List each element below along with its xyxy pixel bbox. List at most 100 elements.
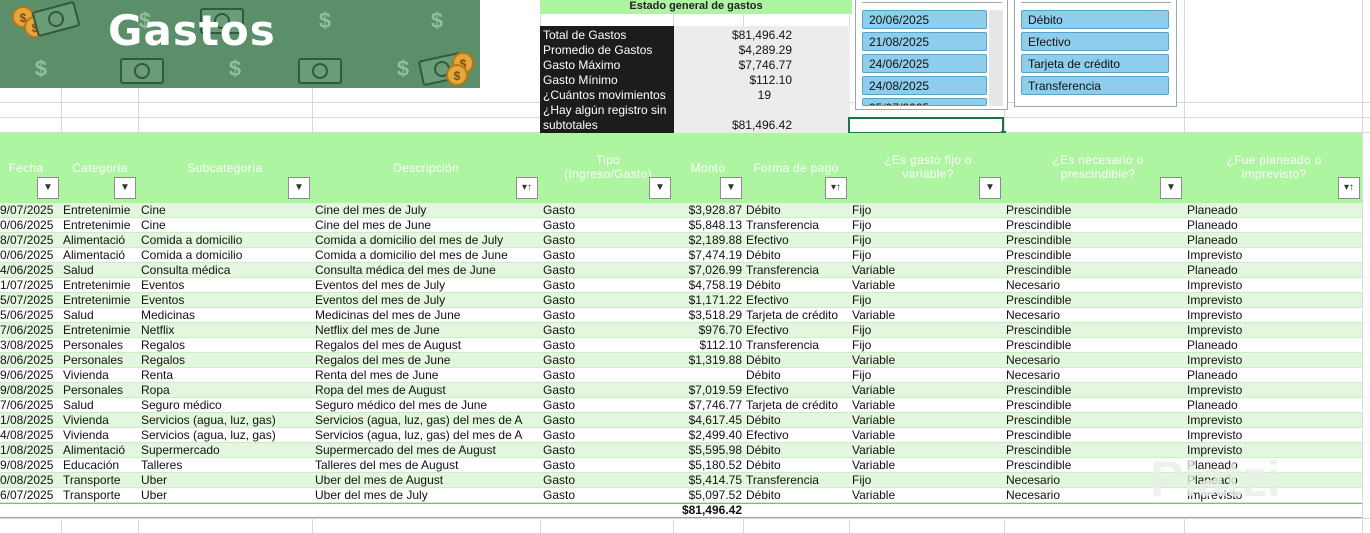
cell-forma-pago[interactable]: Transferencia xyxy=(746,218,849,232)
cell-forma-pago[interactable]: Efectivo xyxy=(746,428,849,442)
cell-fijo-variable[interactable]: Fijo xyxy=(852,233,1004,247)
cell-categoria[interactable]: Personales xyxy=(63,383,138,397)
cell-categoria[interactable]: Alimentació xyxy=(63,233,138,247)
table-row[interactable]: 5/07/2025 Entretenimie Eventos Eventos del … xyxy=(0,293,1362,308)
cell-planeado[interactable]: Imprevisto xyxy=(1187,383,1362,397)
cell-descripcion[interactable]: Regalos del mes de June xyxy=(315,353,540,367)
cell-descripcion[interactable]: Servicios (agua, luz, gas) del mes de A xyxy=(315,413,540,427)
cell-necesario[interactable]: Necesario xyxy=(1006,368,1184,382)
cell-necesario[interactable]: Necesario xyxy=(1006,353,1184,367)
cell-fecha[interactable]: 7/06/2025 xyxy=(0,323,61,337)
cell-forma-pago[interactable]: Débito xyxy=(746,443,849,457)
cell-necesario[interactable]: Necesario xyxy=(1006,308,1184,322)
table-row[interactable]: 0/06/2025 Alimentació Comida a domicilio Co… xyxy=(0,248,1362,263)
cell-fijo-variable[interactable]: Variable xyxy=(852,353,1004,367)
table-row[interactable]: 7/06/2025 Salud Seguro médico Seguro médico… xyxy=(0,398,1362,413)
table-row[interactable]: 9/06/2025 Vivienda Renta Renta del mes de J… xyxy=(0,368,1362,383)
cell-planeado[interactable]: Imprevisto xyxy=(1187,308,1362,322)
cell-necesario[interactable]: Prescindible xyxy=(1006,203,1184,217)
cell-fecha[interactable]: 9/07/2025 xyxy=(0,203,61,217)
filter-dropdown-icon[interactable]: ▼ xyxy=(649,177,671,199)
filter-dropdown-icon[interactable]: ▼ xyxy=(979,177,1001,199)
cell-fijo-variable[interactable]: Fijo xyxy=(852,473,1004,487)
cell-necesario[interactable]: Prescindible xyxy=(1006,263,1184,277)
cell-planeado[interactable]: Planeado xyxy=(1187,218,1362,232)
filter-dropdown-icon[interactable]: ▼ xyxy=(37,177,59,199)
cell-monto[interactable]: $7,019.59 xyxy=(673,383,742,397)
cell-fijo-variable[interactable]: Fijo xyxy=(852,323,1004,337)
cell-planeado[interactable]: Planeado xyxy=(1187,368,1362,382)
cell-tipo[interactable]: Gasto xyxy=(543,488,673,502)
cell-fijo-variable[interactable]: Fijo xyxy=(852,203,1004,217)
cell-subcategoria[interactable]: Uber xyxy=(141,488,312,502)
date-slicer-item[interactable]: 24/06/2025 xyxy=(862,54,987,73)
sort-filter-icon[interactable]: ▾↑ xyxy=(516,177,538,199)
cell-monto[interactable]: $5,097.52 xyxy=(673,488,742,502)
cell-categoria[interactable]: Vivienda xyxy=(63,368,138,382)
cell-forma-pago[interactable]: Transferencia xyxy=(746,263,849,277)
cell-forma-pago[interactable]: Efectivo xyxy=(746,383,849,397)
filter-dropdown-icon[interactable]: ▼ xyxy=(114,177,136,199)
cell-categoria[interactable]: Alimentació xyxy=(63,248,138,262)
summary-value[interactable]: $112.10 xyxy=(674,73,793,88)
cell-fijo-variable[interactable]: Variable xyxy=(852,263,1004,277)
cell-subcategoria[interactable]: Cine xyxy=(141,218,312,232)
cell-monto[interactable]: $3,928.87 xyxy=(673,203,742,217)
cell-descripcion[interactable]: Netflix del mes de June xyxy=(315,323,540,337)
cell-descripcion[interactable]: Uber del mes de July xyxy=(315,488,540,502)
cell-planeado[interactable]: Imprevisto xyxy=(1187,323,1362,337)
date-slicer[interactable]: 20/06/2025 21/08/2025 24/06/2025 24/08/2… xyxy=(855,0,1008,110)
cell-forma-pago[interactable]: Débito xyxy=(746,488,849,502)
table-row[interactable]: 4/08/2025 Vivienda Servicios (agua, luz, g… xyxy=(0,428,1362,443)
date-slicer-item[interactable]: 20/06/2025 xyxy=(862,10,987,29)
cell-categoria[interactable]: Transporte xyxy=(63,473,138,487)
cell-monto[interactable]: $2,499.40 xyxy=(673,428,742,442)
cell-monto[interactable]: $5,848.13 xyxy=(673,218,742,232)
cell-fijo-variable[interactable]: Variable xyxy=(852,443,1004,457)
cell-subcategoria[interactable]: Regalos xyxy=(141,353,312,367)
cell-monto[interactable]: $5,595.98 xyxy=(673,443,742,457)
table-row[interactable]: 8/07/2025 Alimentació Comida a domicilio Co… xyxy=(0,233,1362,248)
cell-fecha[interactable]: 5/06/2025 xyxy=(0,308,61,322)
cell-descripcion[interactable]: Seguro médico del mes de June xyxy=(315,398,540,412)
payment-slicer[interactable]: Débito Efectivo Tarjeta de crédito Trans… xyxy=(1014,0,1177,107)
cell-subcategoria[interactable]: Supermercado xyxy=(141,443,312,457)
cell-tipo[interactable]: Gasto xyxy=(543,278,673,292)
cell-monto[interactable]: $1,319.88 xyxy=(673,353,742,367)
cell-categoria[interactable]: Salud xyxy=(63,308,138,322)
payment-slicer-item[interactable]: Débito xyxy=(1021,10,1169,29)
cell-fijo-variable[interactable]: Variable xyxy=(852,458,1004,472)
cell-monto[interactable]: $2,189.88 xyxy=(673,233,742,247)
cell-planeado[interactable]: Planeado xyxy=(1187,233,1362,247)
cell-forma-pago[interactable]: Débito xyxy=(746,458,849,472)
cell-fecha[interactable]: 1/07/2025 xyxy=(0,278,61,292)
cell-subcategoria[interactable]: Medicinas xyxy=(141,308,312,322)
cell-monto[interactable] xyxy=(673,368,742,382)
cell-fecha[interactable]: 4/08/2025 xyxy=(0,428,61,442)
cell-necesario[interactable]: Prescindible xyxy=(1006,413,1184,427)
selected-cell[interactable] xyxy=(848,117,1006,136)
cell-fecha[interactable]: 5/07/2025 xyxy=(0,293,61,307)
summary-value[interactable]: $81,496.42 xyxy=(674,118,792,133)
cell-planeado[interactable]: Imprevisto xyxy=(1187,353,1362,367)
cell-monto[interactable]: $976.70 xyxy=(673,323,742,337)
cell-subcategoria[interactable]: Regalos xyxy=(141,338,312,352)
table-row[interactable]: 1/08/2025 Vivienda Servicios (agua, luz, g… xyxy=(0,413,1362,428)
cell-tipo[interactable]: Gasto xyxy=(543,428,673,442)
cell-categoria[interactable]: Vivienda xyxy=(63,428,138,442)
date-slicer-item[interactable]: 24/08/2025 xyxy=(862,76,987,95)
summary-value[interactable] xyxy=(674,103,792,118)
cell-fijo-variable[interactable]: Fijo xyxy=(852,248,1004,262)
cell-fecha[interactable]: 3/08/2025 xyxy=(0,338,61,352)
cell-descripcion[interactable]: Ropa del mes de August xyxy=(315,383,540,397)
cell-planeado[interactable]: Planeado xyxy=(1187,203,1362,217)
cell-tipo[interactable]: Gasto xyxy=(543,458,673,472)
cell-descripcion[interactable]: Eventos del mes de July xyxy=(315,293,540,307)
cell-categoria[interactable]: Entretenimie xyxy=(63,323,138,337)
cell-subcategoria[interactable]: Renta xyxy=(141,368,312,382)
sort-filter-icon[interactable]: ▾↑ xyxy=(825,177,847,199)
cell-fijo-variable[interactable]: Variable xyxy=(852,308,1004,322)
cell-fecha[interactable]: 0/08/2025 xyxy=(0,473,61,487)
cell-forma-pago[interactable]: Débito xyxy=(746,278,849,292)
cell-subcategoria[interactable]: Consulta médica xyxy=(141,263,312,277)
